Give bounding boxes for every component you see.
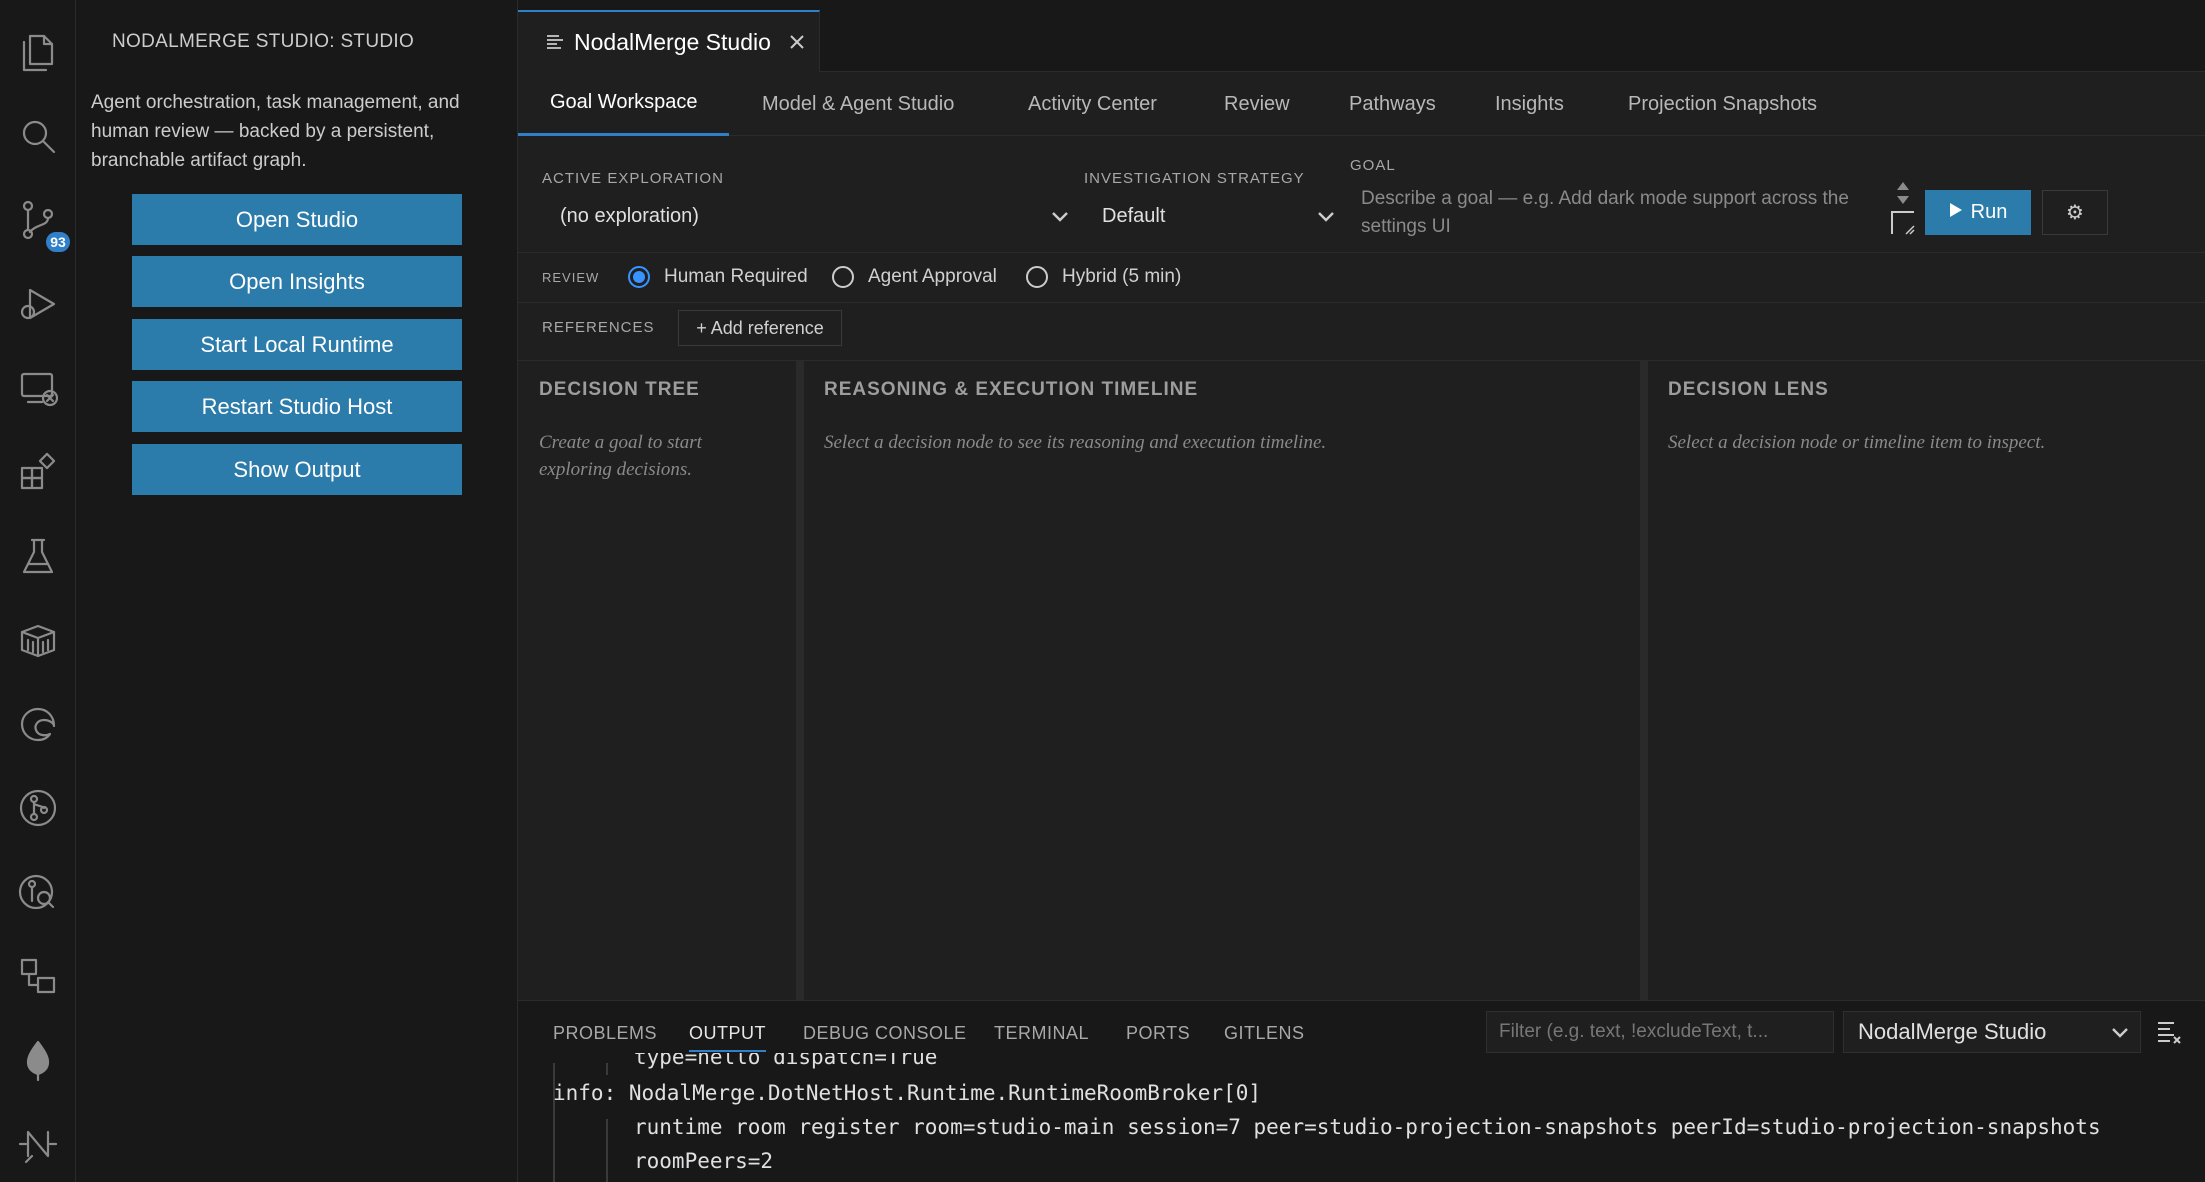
log-line: type=hello dispatch=True — [634, 1053, 938, 1069]
output-channel-select[interactable]: NodalMerge Studio — [1843, 1011, 2141, 1053]
chevron-down-icon — [2110, 1022, 2130, 1048]
output-filter-input[interactable]: Filter (e.g. text, !excludeText, t... — [1486, 1011, 1834, 1053]
run-label: Run — [1970, 201, 2008, 223]
side-bar: NODALMERGE STUDIO: STUDIO Agent orchestr… — [76, 0, 518, 1182]
investigation-strategy-value: Default — [1102, 204, 1166, 227]
tab-gitlens[interactable]: GITLENS — [1224, 1023, 1305, 1044]
clear-output-icon[interactable] — [2154, 1017, 2184, 1047]
restart-studio-host-button[interactable]: Restart Studio Host — [132, 381, 462, 432]
settings-button[interactable]: ⚙ — [2042, 190, 2108, 235]
radio-label: Hybrid (5 min) — [1062, 266, 1182, 287]
sidebar-description: Agent orchestration, task management, an… — [91, 92, 460, 171]
log-guide — [606, 1119, 608, 1182]
add-reference-button[interactable]: + Add reference — [678, 310, 842, 346]
run-debug-icon[interactable] — [8, 274, 68, 334]
editor-tab[interactable]: NodalMerge Studio — [518, 10, 820, 72]
tab-debug-console[interactable]: DEBUG CONSOLE — [803, 1023, 967, 1044]
active-exploration-label: ACTIVE EXPLORATION — [542, 170, 724, 187]
tab-goal-workspace[interactable]: Goal Workspace — [518, 72, 730, 136]
radio-selected-icon — [628, 266, 650, 288]
timeline-pane: REASONING & EXECUTION TIMELINE Select a … — [804, 361, 1640, 1000]
chevron-down-icon — [1050, 206, 1070, 232]
tab-terminal[interactable]: TERMINAL — [994, 1023, 1089, 1044]
review-option-hybrid[interactable]: Hybrid (5 min) — [1026, 266, 1181, 288]
workspace-tabs: Goal Workspace Model & Agent Studio Acti… — [518, 72, 2205, 136]
preview-icon — [546, 34, 564, 50]
pane-splitter[interactable] — [1640, 361, 1648, 1000]
play-icon — [1949, 201, 1963, 224]
divider — [518, 252, 2205, 253]
activity-bar: 93 — [0, 0, 76, 1182]
references-label: REFERENCES — [542, 319, 655, 336]
active-exploration-select[interactable]: (no exploration) — [560, 200, 1070, 232]
explorer-icon[interactable] — [8, 22, 68, 82]
tab-activity-center[interactable]: Activity Center — [1028, 72, 1157, 136]
decision-tree-title: DECISION TREE — [539, 379, 700, 400]
remote-explorer-icon[interactable] — [8, 358, 68, 418]
git-lens-icon[interactable] — [8, 862, 68, 922]
search-icon[interactable] — [8, 106, 68, 166]
timeline-title: REASONING & EXECUTION TIMELINE — [824, 379, 1199, 400]
investigation-strategy-label: INVESTIGATION STRATEGY — [1084, 170, 1305, 187]
divider — [518, 302, 2205, 303]
bottom-panel: PROBLEMS OUTPUT DEBUG CONSOLE TERMINAL P… — [518, 1000, 2205, 1182]
review-option-agent-approval[interactable]: Agent Approval — [832, 266, 997, 288]
gear-icon: ⚙ — [2066, 202, 2084, 224]
goal-input[interactable]: Describe a goal — e.g. Add dark mode sup… — [1361, 185, 1891, 241]
radio-icon — [832, 266, 854, 288]
close-icon[interactable] — [787, 32, 807, 52]
open-studio-button[interactable]: Open Studio — [132, 194, 462, 245]
goal-label: GOAL — [1350, 157, 1396, 174]
decision-tree-pane: DECISION TREE Create a goal to start exp… — [518, 361, 796, 1000]
show-output-button[interactable]: Show Output — [132, 444, 462, 495]
investigation-strategy-select[interactable]: Default — [1102, 200, 1336, 232]
decision-lens-pane: DECISION LENS Select a decision node or … — [1648, 361, 2205, 1000]
tab-output[interactable]: OUTPUT — [689, 1023, 766, 1052]
pane-splitter[interactable] — [796, 361, 804, 1000]
workflow-icon[interactable] — [8, 946, 68, 1006]
editor-tab-strip: NodalMerge Studio — [518, 0, 2205, 72]
testing-icon[interactable] — [8, 526, 68, 586]
log-line: info: NodalMerge.DotNetHost.Runtime.Runt… — [553, 1081, 1262, 1105]
containers-icon[interactable] — [8, 610, 68, 670]
review-label: REVIEW — [542, 270, 600, 285]
start-local-runtime-button[interactable]: Start Local Runtime — [132, 319, 462, 370]
sidebar-title: NODALMERGE STUDIO: STUDIO — [112, 31, 415, 52]
decision-lens-empty: Select a decision node or timeline item … — [1668, 432, 2046, 453]
editor-area: NodalMerge Studio Goal Workspace Model &… — [518, 0, 2205, 1000]
edge-tools-icon[interactable] — [8, 694, 68, 754]
log-line: runtime room register room=studio-main s… — [634, 1115, 2101, 1139]
decision-tree-empty: Create a goal to start exploring decisio… — [539, 432, 702, 480]
source-control-badge: 93 — [44, 230, 72, 254]
tab-review[interactable]: Review — [1224, 72, 1290, 136]
goal-resize-handle[interactable] — [1890, 178, 1916, 236]
tab-model-agent-studio[interactable]: Model & Agent Studio — [762, 72, 954, 136]
open-insights-button[interactable]: Open Insights — [132, 256, 462, 307]
git-graph-icon[interactable] — [8, 778, 68, 838]
tab-projection-snapshots[interactable]: Projection Snapshots — [1628, 72, 1817, 136]
tab-pathways[interactable]: Pathways — [1349, 72, 1436, 136]
mongodb-icon[interactable] — [8, 1030, 68, 1090]
run-button[interactable]: Run — [1925, 190, 2031, 235]
radio-label: Agent Approval — [868, 266, 997, 287]
tab-ports[interactable]: PORTS — [1126, 1023, 1190, 1044]
editor-tab-label: NodalMerge Studio — [574, 28, 771, 55]
extensions-icon[interactable] — [8, 442, 68, 502]
nodalmerge-icon[interactable] — [8, 1114, 68, 1174]
chevron-down-icon — [1316, 206, 1336, 232]
tab-insights[interactable]: Insights — [1495, 72, 1564, 136]
active-exploration-value: (no exploration) — [560, 204, 699, 227]
review-option-human-required[interactable]: Human Required — [628, 266, 808, 288]
radio-icon — [1026, 266, 1048, 288]
log-line: roomPeers=2 — [634, 1149, 774, 1173]
source-control-icon[interactable]: 93 — [8, 190, 72, 254]
output-channel-value: NodalMerge Studio — [1858, 1019, 2047, 1044]
tab-problems[interactable]: PROBLEMS — [553, 1023, 657, 1044]
radio-label: Human Required — [664, 266, 808, 287]
timeline-empty: Select a decision node to see its reason… — [824, 432, 1327, 453]
decision-lens-title: DECISION LENS — [1668, 379, 1829, 400]
log-guide — [606, 1063, 608, 1075]
